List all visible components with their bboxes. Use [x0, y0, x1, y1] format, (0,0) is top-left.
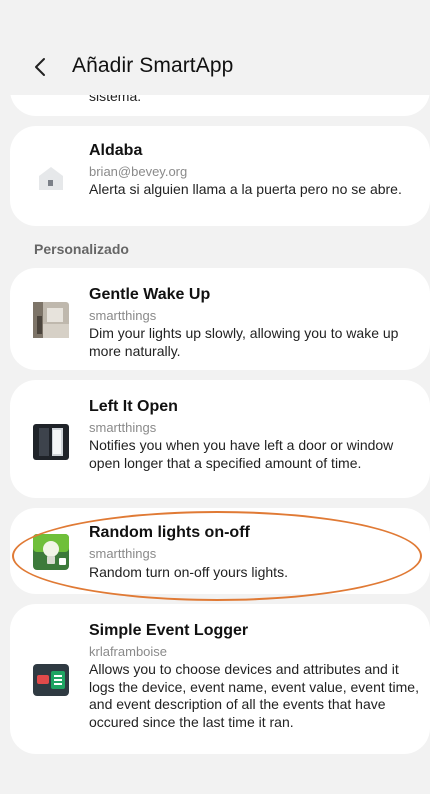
smartapp-desc: Random turn on-off yours lights. — [89, 564, 288, 580]
smartapp-card-left-it-open[interactable]: Left It Open smartthings Notifies you wh… — [10, 380, 430, 498]
smartapp-desc: Dim your lights up slowly, allowing you … — [89, 325, 399, 359]
smartapp-card-gentle-wake-up[interactable]: Gentle Wake Up smartthings Dim your ligh… — [10, 268, 430, 370]
smartapp-card-aldaba[interactable]: Aldaba brian@bevey.org Alerta si alguien… — [10, 126, 430, 226]
smartapp-desc: Alerta si alguien llama a la puerta pero… — [89, 181, 402, 197]
door-icon — [33, 424, 69, 460]
bedroom-icon — [33, 302, 69, 338]
lightbulb-icon — [33, 534, 69, 570]
smartapp-author: smartthings — [89, 420, 157, 435]
smartapp-author: smartthings — [89, 308, 157, 323]
smartapp-author: krlaframboise — [89, 644, 168, 659]
back-arrow-icon[interactable] — [30, 56, 52, 78]
page-title: Añadir SmartApp — [72, 54, 234, 77]
house-icon — [39, 167, 63, 190]
section-label-custom: Personalizado — [34, 241, 129, 257]
smartapp-name: Gentle Wake Up — [89, 286, 211, 303]
smartapp-author: brian@bevey.org — [89, 164, 188, 179]
smartapp-author: smartthings — [89, 546, 157, 561]
spreadsheet-icon — [33, 664, 69, 696]
smartapp-name: Left It Open — [89, 398, 178, 415]
smartapp-card-simple-event-logger[interactable]: Simple Event Logger krlaframboise Allows… — [10, 604, 430, 754]
smartapp-desc: Notifies you when you have left a door o… — [89, 437, 394, 471]
smartapp-name: Random lights on-off — [89, 524, 250, 541]
smartapp-desc: Allows you to choose devices and attribu… — [89, 661, 419, 730]
smartapp-card-random-lights[interactable]: Random lights on-off smartthings Random … — [10, 508, 430, 594]
smartapp-name: Aldaba — [89, 142, 143, 159]
app-header: Añadir SmartApp — [0, 0, 430, 95]
smartapp-name: Simple Event Logger — [89, 622, 249, 639]
